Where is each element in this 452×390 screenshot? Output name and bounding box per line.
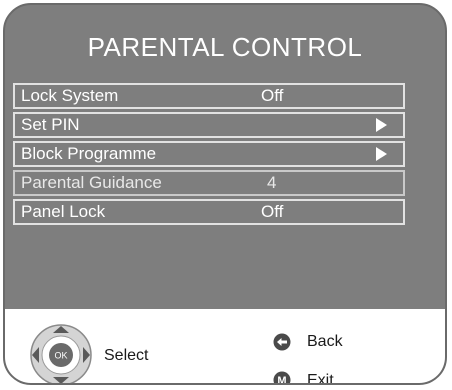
menu-item-lock-system[interactable]: Lock System Off xyxy=(13,83,405,109)
menu-item-label: Panel Lock xyxy=(21,202,106,221)
footer-help-bar: OK Select Back M Exit xyxy=(5,309,445,385)
menu-item-value: Off xyxy=(261,86,284,105)
menu-item-label: Lock System xyxy=(21,86,119,105)
select-hint-label: Select xyxy=(104,347,149,364)
menu-item-label: Set PIN xyxy=(21,115,80,134)
menu-item-block-programme[interactable]: Block Programme xyxy=(13,141,405,167)
menu-item-value: Off xyxy=(261,202,284,221)
menu-item-set-pin[interactable]: Set PIN xyxy=(13,112,405,138)
page-title: PARENTAL CONTROL xyxy=(87,32,363,62)
menu-item-label: Parental Guidance xyxy=(21,173,162,192)
menu-key-letter: M xyxy=(277,375,286,385)
right-arrow-icon xyxy=(376,147,387,161)
menu-item-parental-guidance[interactable]: Parental Guidance 4 xyxy=(13,170,405,196)
parental-menu: Lock System Off Set PIN Block Programme … xyxy=(13,83,405,228)
parental-control-window: PARENTAL CONTROL Lock System Off Set PIN… xyxy=(3,3,447,385)
back-hint-label: Back xyxy=(307,333,343,350)
back-key-icon[interactable] xyxy=(273,333,291,351)
navigation-dpad-icon: OK xyxy=(30,324,92,383)
ok-key-label: OK xyxy=(54,351,67,361)
right-arrow-icon xyxy=(376,118,387,132)
exit-hint-label: Exit xyxy=(307,372,334,385)
menu-item-value: 4 xyxy=(267,173,277,192)
menu-key-icon[interactable]: M xyxy=(273,371,291,385)
menu-item-label: Block Programme xyxy=(21,144,157,163)
menu-item-panel-lock[interactable]: Panel Lock Off xyxy=(13,199,405,225)
